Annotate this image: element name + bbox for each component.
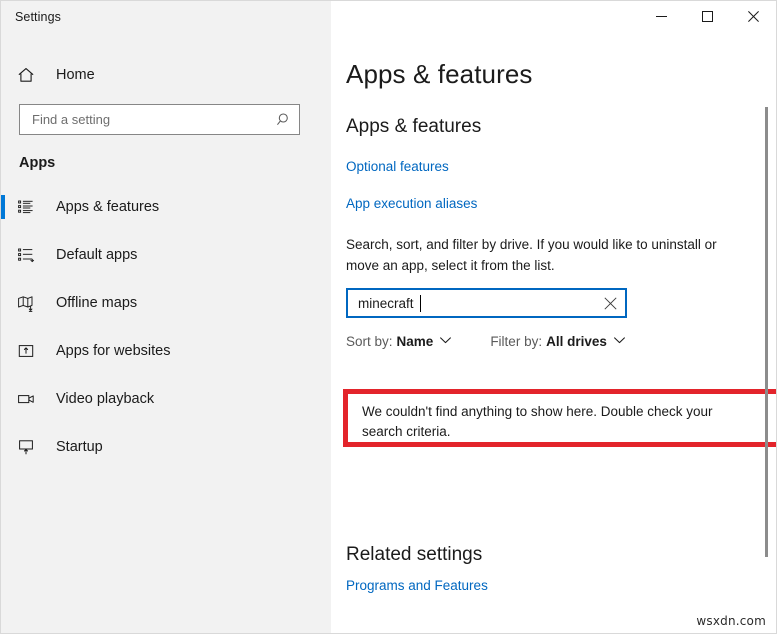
title-bar: Settings: [1, 1, 776, 32]
sort-by-label: Sort by:: [346, 334, 393, 349]
description-text: Search, sort, and filter by drive. If yo…: [346, 235, 738, 276]
sidebar-item-apps-features[interactable]: Apps & features: [1, 183, 331, 231]
minimize-icon: [656, 11, 667, 22]
filter-by-value: All drives: [546, 334, 607, 349]
sidebar-item-offline-maps[interactable]: Offline maps: [1, 279, 331, 327]
window-body: Home Apps: [1, 32, 776, 633]
watermark: wsxdn.com: [696, 614, 766, 628]
settings-window: Settings: [0, 0, 777, 634]
title-bar-left: Settings: [1, 1, 331, 32]
main-content: Apps & features Apps & features Optional…: [331, 32, 776, 633]
search-input[interactable]: [20, 105, 269, 134]
search-button[interactable]: [269, 105, 299, 134]
sidebar-item-label: Default apps: [56, 247, 137, 263]
page-title: Apps & features: [346, 59, 776, 90]
sidebar-item-label: Offline maps: [56, 295, 137, 311]
close-icon: [604, 297, 617, 310]
sidebar-category-heading: Apps: [19, 155, 331, 171]
sidebar-item-home[interactable]: Home: [1, 58, 331, 92]
sidebar-item-label: Apps & features: [56, 199, 159, 215]
sort-by-dropdown[interactable]: Sort by: Name: [346, 333, 451, 351]
sidebar-item-startup[interactable]: Startup: [1, 423, 331, 471]
sidebar-item-video-playback[interactable]: Video playback: [1, 375, 331, 423]
text-caret: [420, 295, 421, 312]
maximize-button[interactable]: [684, 1, 730, 32]
empty-state-highlight-box: We couldn't find anything to show here. …: [343, 389, 776, 447]
app-title: Settings: [1, 10, 61, 24]
section-title: Apps & features: [346, 116, 776, 138]
scrollbar-thumb[interactable]: [765, 107, 768, 557]
search-icon: [277, 112, 292, 127]
selection-indicator: [1, 195, 5, 219]
sidebar-item-default-apps[interactable]: Default apps: [1, 231, 331, 279]
sort-by-value: Name: [397, 334, 434, 349]
settings-search-box[interactable]: [19, 104, 300, 135]
monitor-up-icon: [17, 438, 43, 456]
close-icon: [748, 11, 759, 22]
maximize-icon: [702, 11, 713, 22]
video-camera-icon: [17, 390, 43, 408]
list-bullets-icon: [17, 198, 43, 216]
app-filter-search-box[interactable]: [346, 288, 627, 318]
home-label: Home: [56, 67, 95, 83]
empty-state-message: We couldn't find anything to show here. …: [348, 394, 746, 443]
sidebar-item-label: Startup: [56, 439, 103, 455]
sidebar: Home Apps: [1, 32, 331, 633]
list-arrow-icon: [17, 246, 43, 264]
sidebar-nav-list: Apps & features: [1, 183, 331, 471]
sidebar-item-apps-for-websites[interactable]: Apps for websites: [1, 327, 331, 375]
content-scrollbar[interactable]: [765, 32, 768, 633]
sidebar-item-label: Apps for websites: [56, 343, 170, 359]
app-filter-search-input[interactable]: [348, 290, 595, 316]
list-controls-row: Sort by: Name Filter by: All drives: [346, 333, 776, 351]
chevron-down-icon: [440, 331, 451, 349]
filter-by-dropdown[interactable]: Filter by: All drives: [490, 333, 625, 351]
chevron-down-icon: [614, 331, 625, 349]
sidebar-item-label: Video playback: [56, 391, 154, 407]
home-icon: [17, 66, 43, 84]
related-settings-title: Related settings: [346, 544, 482, 566]
minimize-button[interactable]: [638, 1, 684, 32]
map-download-icon: [17, 294, 43, 312]
close-button[interactable]: [730, 1, 776, 32]
programs-and-features-link[interactable]: Programs and Features: [346, 578, 488, 593]
clear-search-button[interactable]: [595, 290, 625, 316]
filter-by-label: Filter by:: [490, 334, 542, 349]
window-share-icon: [17, 342, 43, 360]
app-execution-aliases-link[interactable]: App execution aliases: [346, 196, 477, 211]
window-controls: [331, 1, 776, 32]
optional-features-link[interactable]: Optional features: [346, 159, 449, 174]
